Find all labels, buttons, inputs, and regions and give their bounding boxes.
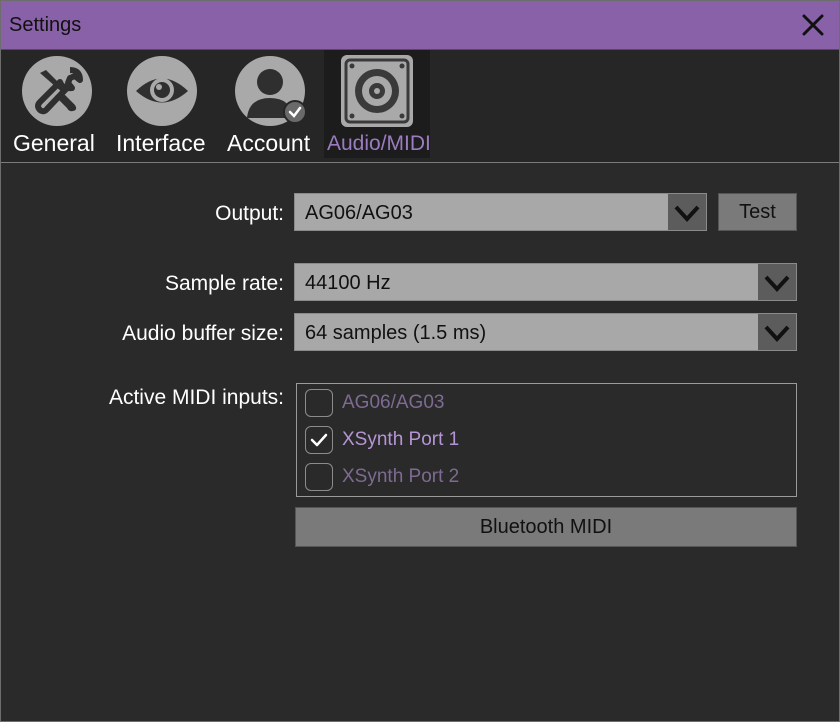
tab-bar: General Interface Account Audio/MIDI (1, 50, 839, 163)
wrench-screwdriver-icon (22, 56, 92, 126)
checkmark-icon (310, 433, 328, 447)
chevron-down-icon (758, 264, 796, 300)
bluetooth-midi-label: Bluetooth MIDI (479, 516, 613, 538)
bluetooth-midi-button[interactable]: Bluetooth MIDI (295, 507, 797, 547)
output-label: Output: (215, 202, 284, 225)
sample-rate-value: 44100 Hz (305, 272, 391, 294)
tab-interface[interactable]: Interface (111, 50, 215, 158)
eye-icon (127, 56, 197, 126)
tab-account-label: Account (227, 130, 311, 156)
midi-input-label: AG06/AG03 (342, 392, 445, 413)
test-button[interactable]: Test (718, 193, 797, 231)
window-title: Settings (9, 14, 82, 36)
midi-input-checkbox[interactable] (305, 463, 333, 491)
close-icon (802, 14, 824, 36)
midi-input-label: XSynth Port 1 (342, 429, 460, 450)
chevron-down-icon (668, 194, 706, 230)
midi-inputs-label: Active MIDI inputs: (108, 386, 284, 409)
settings-window: Settings General Interface Account Audio… (0, 0, 840, 722)
buffer-size-select[interactable]: 64 samples (1.5 ms) (294, 313, 797, 351)
midi-input-label: XSynth Port 2 (342, 466, 460, 487)
tab-general[interactable]: General (9, 50, 105, 158)
output-select[interactable]: AG06/AG03 (294, 193, 707, 231)
midi-input-list: AG06/AG03 XSynth Port 1 XSynth Port 2 (296, 383, 797, 497)
title-bar: Settings (1, 1, 839, 50)
chevron-down-icon (758, 314, 796, 350)
midi-input-checkbox[interactable] (305, 389, 333, 417)
tab-audio-midi[interactable]: Audio/MIDI (324, 50, 431, 158)
midi-input-item[interactable]: AG06/AG03 (305, 387, 785, 419)
tab-account[interactable]: Account (221, 50, 319, 158)
speaker-icon (341, 55, 413, 127)
midi-input-item[interactable]: XSynth Port 1 (305, 424, 785, 456)
buffer-size-value: 64 samples (1.5 ms) (305, 322, 487, 344)
tab-audio-midi-label: Audio/MIDI (327, 132, 431, 155)
midi-input-item[interactable]: XSynth Port 2 (305, 461, 785, 493)
tab-interface-label: Interface (116, 130, 206, 156)
buffer-size-label: Audio buffer size: (122, 322, 284, 345)
sample-rate-label: Sample rate: (164, 272, 284, 295)
verified-badge-icon (283, 100, 307, 124)
sample-rate-select[interactable]: 44100 Hz (294, 263, 797, 301)
close-button[interactable] (797, 9, 829, 41)
test-button-label: Test (739, 201, 776, 223)
output-value: AG06/AG03 (305, 202, 413, 224)
tab-general-label: General (13, 130, 95, 156)
midi-input-checkbox[interactable] (305, 426, 333, 454)
